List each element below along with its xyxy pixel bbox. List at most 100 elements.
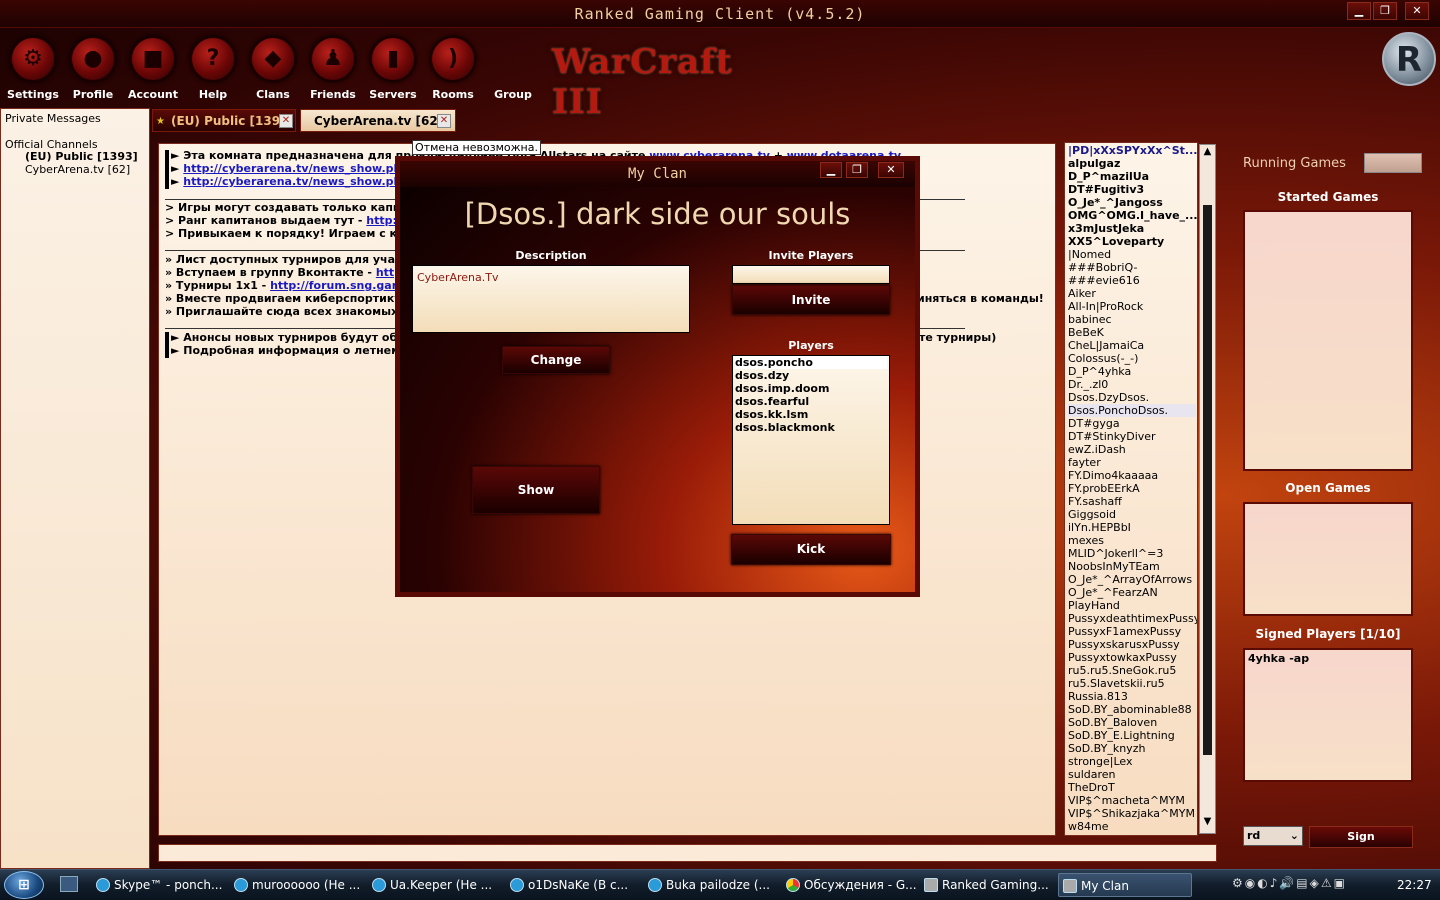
minimize-button[interactable]: ▁	[1347, 2, 1371, 20]
player-list-item[interactable]: PussyxtowkaxPussy	[1068, 651, 1177, 664]
show-button[interactable]: Show	[472, 466, 600, 514]
maximize-button[interactable]: ❐	[1373, 2, 1397, 20]
channel-cyberarena[interactable]: CyberArena.tv [62]	[25, 163, 130, 176]
started-games-list[interactable]	[1243, 210, 1413, 471]
player-list-item[interactable]: ru5.Slavetskii.ru5	[1068, 677, 1165, 690]
player-list-item[interactable]: DT#Fugitiv3	[1068, 183, 1144, 196]
player-list-item[interactable]: ###BobriQ-	[1068, 261, 1137, 274]
taskbar-item[interactable]: Skype™ - ponch...	[92, 873, 226, 897]
kick-button[interactable]: Kick	[731, 534, 891, 565]
clan-member-item[interactable]: dsos.fearful	[735, 395, 809, 408]
chat-link[interactable]: http://cyberarena.tv/news_show.php	[183, 175, 409, 188]
player-list-item[interactable]: PussyxF1amexPussy	[1068, 625, 1181, 638]
dialog-close-button[interactable]: ✕	[878, 162, 904, 178]
toolbar-profile-button[interactable]: ● Profile	[63, 36, 123, 104]
player-list-item[interactable]: FY.Dimo4kaaaaa	[1068, 469, 1158, 482]
channel-eu-public[interactable]: (EU) Public [1393]	[25, 150, 138, 163]
player-list-item[interactable]: D_P^mazilUa	[1068, 170, 1149, 183]
tab-eu-public[interactable]: ★ (EU) Public [1393] ✕	[152, 109, 296, 132]
dialog-minimize-button[interactable]: ▁	[820, 162, 842, 178]
player-list-item[interactable]: All-In|ProRock	[1068, 300, 1143, 313]
player-list-item[interactable]: |Nomed	[1068, 248, 1111, 261]
player-list-item[interactable]: D_P^4yhka	[1068, 365, 1131, 378]
player-list-item[interactable]: DT#gyga	[1068, 417, 1120, 430]
player-list-item[interactable]: O_Je*_^ArrayOfArrows	[1068, 573, 1192, 586]
player-list-item[interactable]: SoD.BY_knyzh	[1068, 742, 1145, 755]
scroll-up-icon[interactable]: ▲	[1201, 146, 1214, 162]
player-list-item[interactable]: MLID^Jokerll^=3	[1068, 547, 1163, 560]
tab-cyberarena[interactable]: CyberArena.tv [62] ✕	[300, 109, 456, 132]
player-list-scrollbar[interactable]: ▲ ▼	[1199, 144, 1216, 834]
player-list-item[interactable]: FY.probEErkA	[1068, 482, 1140, 495]
taskbar-item[interactable]: Ranked Gaming...	[920, 873, 1054, 897]
toolbar-settings-button[interactable]: ⚙ Settings	[3, 36, 63, 104]
player-list-item[interactable]: PussyxskarusxPussy	[1068, 638, 1180, 651]
scroll-down-icon[interactable]: ▼	[1201, 816, 1214, 832]
show-desktop-icon[interactable]	[60, 876, 78, 892]
player-list-item[interactable]: x3mJustJeka	[1068, 222, 1144, 235]
toolbar-servers-button[interactable]: ▮ Servers	[363, 36, 423, 104]
player-list-item[interactable]: CheL|JamaiCa	[1068, 339, 1144, 352]
player-list-item[interactable]: suldaren	[1068, 768, 1116, 781]
toolbar-account-button[interactable]: ■ Account	[123, 36, 183, 104]
toolbar-clans-button[interactable]: ◆ Clans	[243, 36, 303, 104]
clan-member-item[interactable]: dsos.blackmonk	[735, 421, 835, 434]
player-list-item[interactable]: DT#StinkyDiver	[1068, 430, 1156, 443]
player-list-item[interactable]: BeBeK	[1068, 326, 1104, 339]
mode-select[interactable]: rd ⌄	[1243, 826, 1303, 846]
player-list-item[interactable]: NoobsInMyTEam	[1068, 560, 1160, 573]
player-list-item[interactable]: mexes	[1068, 534, 1104, 547]
signed-players-list[interactable]: 4yhka -ap	[1243, 648, 1413, 782]
player-list-item[interactable]: babinec	[1068, 313, 1112, 326]
invite-input[interactable]	[732, 265, 890, 284]
player-list-item[interactable]: SoD.BY_Baloven	[1068, 716, 1157, 729]
player-list-item[interactable]: PussyxdeathtimexPussy	[1068, 612, 1197, 625]
player-list-item[interactable]: O_Je*_^FearzAN	[1068, 586, 1158, 599]
player-list-item[interactable]: PlayHand	[1068, 599, 1120, 612]
player-list-item[interactable]: VIP$^macheta^MYM	[1068, 794, 1185, 807]
player-list-item[interactable]: O_Je*_^Jangoss	[1068, 196, 1163, 209]
player-list-item[interactable]: XX5^Loveparty	[1068, 235, 1164, 248]
clan-member-item[interactable]: dsos.kk.lsm	[735, 408, 808, 421]
player-list-item[interactable]: w84me	[1068, 820, 1108, 833]
player-list-item[interactable]: fayter	[1068, 456, 1101, 469]
toolbar-friends-button[interactable]: ♟ Friends	[303, 36, 363, 104]
clan-members-list[interactable]: dsos.poncho dsos.dzy dsos.imp.doom dsos.fea…	[732, 355, 890, 525]
player-list-item[interactable]: SoD.BY_E.Lightning	[1068, 729, 1175, 742]
description-field[interactable]: CyberArena.Tv	[412, 265, 690, 333]
sign-button[interactable]: Sign	[1309, 826, 1413, 848]
player-list-item[interactable]: Colossus(-_-)	[1068, 352, 1138, 365]
clan-member-item[interactable]: dsos.dzy	[735, 369, 789, 382]
player-list-item[interactable]: Aiker	[1068, 287, 1096, 300]
invite-button[interactable]: Invite	[732, 285, 890, 315]
toolbar-rooms-button[interactable]: ) Rooms	[423, 36, 483, 104]
player-list-item[interactable]: ###evie616	[1068, 274, 1140, 287]
dialog-maximize-button[interactable]: ❐	[846, 162, 868, 178]
toolbar-help-button[interactable]: ? Help	[183, 36, 243, 104]
start-button[interactable]: ⊞	[4, 871, 44, 899]
player-list-item[interactable]: FY.sashaff	[1068, 495, 1122, 508]
close-button[interactable]: ✕	[1405, 2, 1429, 20]
player-list-item[interactable]: VIP$^Shikazjaka^MYM	[1068, 807, 1195, 820]
running-games-toggle[interactable]	[1364, 153, 1422, 173]
player-list-item[interactable]: Giggsoid	[1068, 508, 1116, 521]
taskbar-item[interactable]: Buka pailodze (...	[644, 873, 778, 897]
clan-member-item[interactable]: dsos.imp.doom	[735, 382, 829, 395]
tab-close-icon[interactable]: ✕	[437, 114, 451, 128]
player-list-item[interactable]: OMG^OMG.I_have_...	[1068, 209, 1197, 222]
player-list-item[interactable]: Russia.813	[1068, 690, 1128, 703]
player-list-item[interactable]: SoD.BY_abominable88	[1068, 703, 1192, 716]
scroll-thumb[interactable]	[1203, 205, 1212, 755]
tab-close-icon[interactable]: ✕	[279, 114, 293, 128]
signed-player[interactable]: 4yhka -ap	[1248, 652, 1309, 665]
player-list-item[interactable]: ewZ.iDash	[1068, 443, 1126, 456]
player-list-item[interactable]: ilYn.HEPBbI	[1068, 521, 1131, 534]
taskbar-item[interactable]: Обсуждения - G...	[782, 873, 916, 897]
chat-link[interactable]: http://cyberarena.tv/news_show.php	[183, 162, 409, 175]
player-list-item[interactable]: TheDroT	[1068, 781, 1115, 794]
private-messages-item[interactable]: Private Messages	[5, 112, 101, 125]
taskbar-item[interactable]: Ua.Keeper (He ...	[368, 873, 502, 897]
open-games-list[interactable]	[1243, 502, 1413, 616]
player-list-item[interactable]: Dsos.PonchoDsos.	[1068, 404, 1196, 417]
player-list-item[interactable]: |PD|xXxSPYxXx^St...	[1068, 144, 1197, 157]
